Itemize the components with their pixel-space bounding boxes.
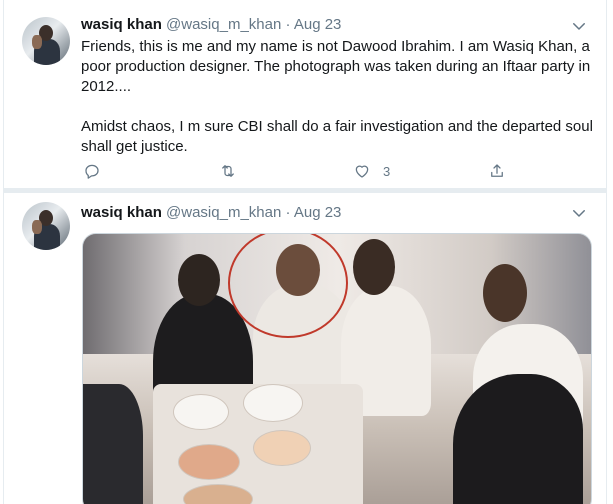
photo-plate (173, 394, 229, 430)
avatar-hand (32, 35, 42, 49)
photo-plate (253, 430, 311, 466)
author-handle[interactable]: @wasiq_m_khan (166, 204, 281, 221)
tweet-paragraph: Amidst chaos, I m sure CBI shall do a fa… (81, 118, 593, 155)
header-separator: · (285, 204, 291, 221)
author-handle[interactable]: @wasiq_m_khan (166, 16, 281, 33)
tweet-date[interactable]: Aug 23 (294, 16, 342, 33)
author-name[interactable]: wasiq khan (81, 204, 162, 221)
reply-icon (85, 164, 99, 179)
retweet-icon (222, 165, 234, 177)
heart-icon (355, 165, 369, 178)
photo-person-head (483, 264, 527, 322)
photo-plate (243, 384, 303, 422)
avatar-hand (32, 220, 42, 234)
tweet-photo[interactable] (82, 233, 592, 504)
like-count: 3 (383, 163, 391, 179)
share-icon (491, 164, 503, 177)
tweet-date[interactable]: Aug 23 (294, 204, 342, 221)
tweet-paragraph: Friends, this is me and my name is not D… (81, 38, 591, 95)
photo-person-head (353, 239, 395, 295)
photo-plate (178, 444, 240, 480)
tweet[interactable]: wasiq khan @wasiq_m_khan · Aug 23 (4, 193, 606, 504)
retweet-button[interactable] (219, 160, 249, 182)
annotation-circle (228, 234, 348, 338)
photo-person-head (178, 254, 220, 306)
tweet-actions: 3 (81, 160, 521, 182)
share-button[interactable] (488, 160, 506, 182)
chevron-down-icon[interactable] (570, 17, 588, 35)
photo-person (83, 384, 143, 504)
tweet[interactable]: wasiq khan @wasiq_m_khan · Aug 23 Friend… (4, 0, 606, 189)
photo-person (453, 374, 583, 504)
tweet-header: wasiq khan @wasiq_m_khan · Aug 23 (81, 15, 341, 35)
reply-button[interactable] (83, 160, 113, 182)
avatar[interactable] (22, 202, 70, 250)
avatar[interactable] (22, 17, 70, 65)
tweet-text: Friends, this is me and my name is not D… (81, 37, 596, 157)
tweet-header: wasiq khan @wasiq_m_khan · Aug 23 (81, 203, 341, 223)
author-name[interactable]: wasiq khan (81, 16, 162, 33)
header-separator: · (285, 16, 291, 33)
like-button[interactable]: 3 (353, 160, 390, 182)
chevron-down-icon[interactable] (570, 204, 588, 222)
timeline: wasiq khan @wasiq_m_khan · Aug 23 Friend… (3, 0, 607, 504)
